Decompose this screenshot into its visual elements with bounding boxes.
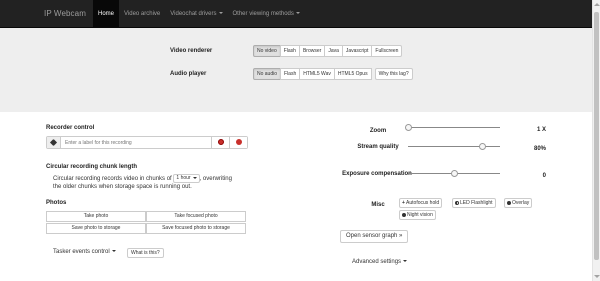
audio-option-html5-wav[interactable]: HTML5 Wav: [299, 68, 335, 80]
record-circular-button[interactable]: [229, 137, 247, 148]
save-photo-button[interactable]: Save photo to storage: [46, 223, 146, 234]
chunk-length-select[interactable]: 1 hour: [173, 174, 200, 183]
take-focused-photo-button[interactable]: Take focused photo: [146, 211, 246, 222]
nav-menu: Home Video archive Videochat drivers Oth…: [93, 0, 305, 28]
recorder-control-title: Recorder control: [46, 125, 95, 131]
advanced-settings-label: Advanced settings: [352, 259, 402, 265]
record-dot-icon: [236, 139, 242, 145]
night-vision-label: Night vision: [407, 212, 433, 218]
overlay-label: Overlay: [512, 200, 530, 206]
advanced-settings-dropdown[interactable]: Advanced settings: [352, 259, 408, 265]
nav-item-videochat-drivers[interactable]: Videochat drivers: [165, 0, 227, 28]
nav-item-label: Videochat drivers: [170, 11, 217, 17]
plus-icon: +: [402, 200, 405, 206]
led-flashlight-button[interactable]: LED Flashlight: [452, 198, 496, 208]
circular-text-before: Circular recording records video in chun…: [53, 176, 172, 183]
save-focused-photo-button[interactable]: Save focused photo to storage: [146, 223, 246, 234]
video-renderer-label: Video renderer: [170, 48, 213, 54]
video-option-fullscreen[interactable]: Fullscreen: [371, 45, 403, 57]
exposure-slider-handle[interactable]: [451, 170, 458, 177]
caret-down-icon: [192, 176, 197, 179]
record-button[interactable]: [211, 137, 229, 148]
half-circle-icon: [455, 200, 459, 205]
video-option-flash[interactable]: Flash: [279, 45, 300, 57]
misc-label: Misc: [371, 202, 385, 208]
stream-quality-label: Stream quality: [357, 144, 399, 150]
recording-label-input[interactable]: [61, 137, 211, 148]
why-this-lag-button[interactable]: Why this lag?: [374, 68, 413, 80]
disc-icon: [402, 212, 406, 217]
audio-player-button-group: No audio Flash HTML5 Wav HTML5 Opus Why …: [253, 68, 413, 80]
open-sensor-graph-button[interactable]: Open sensor graph »: [340, 230, 409, 243]
caret-down-icon: [403, 260, 408, 263]
caret-down-icon: [295, 12, 300, 15]
video-option-browser[interactable]: Browser: [298, 45, 326, 57]
led-flashlight-label: LED Flashlight: [460, 200, 493, 206]
photos-title: Photos: [46, 200, 67, 206]
brand-logo-text[interactable]: IP Webcam: [44, 9, 86, 18]
renderer-settings-panel: Video renderer No video Flash Browser Ja…: [0, 28, 592, 112]
scroll-up-icon[interactable]: [594, 3, 600, 6]
recorder-input-group: [46, 136, 248, 149]
nav-item-label: Other viewing methods: [232, 11, 294, 17]
take-photo-button[interactable]: Take photo: [46, 211, 146, 222]
caret-down-icon: [218, 12, 223, 15]
tag-icon: [49, 138, 58, 147]
night-vision-button[interactable]: Night vision: [399, 210, 436, 220]
nav-item-other-viewing-methods[interactable]: Other viewing methods: [228, 0, 305, 28]
zoom-slider-track[interactable]: [408, 127, 500, 128]
nav-item-home[interactable]: Home: [93, 0, 120, 28]
overlay-button[interactable]: Overlay: [504, 198, 533, 208]
video-option-no-video[interactable]: No video: [253, 45, 281, 57]
exposure-value: 0: [542, 173, 546, 179]
circular-text-after: , overwriting: [199, 176, 232, 183]
autofocus-hold-label: Autofocus hold: [406, 200, 440, 206]
video-option-javascript[interactable]: Javascript: [341, 45, 373, 57]
exposure-compensation-label: Exposure compensation: [342, 171, 412, 177]
autofocus-hold-button[interactable]: + Autofocus hold: [399, 198, 443, 208]
disc-icon: [507, 200, 511, 205]
circular-recording-title: Circular recording chunk length: [46, 164, 138, 170]
audio-option-html5-opus[interactable]: HTML5 Opus: [333, 68, 372, 80]
record-icon: [218, 139, 224, 145]
nav-item-video-archive[interactable]: Video archive: [119, 0, 165, 28]
audio-option-no-audio[interactable]: No audio: [253, 68, 282, 80]
top-navbar: IP Webcam Home Video archive Videochat d…: [0, 0, 600, 28]
circular-recording-text-line2: the older chunks when storage space is r…: [53, 184, 192, 190]
stream-quality-value: 80%: [533, 146, 546, 152]
chunk-length-value: 1 hour: [176, 175, 191, 181]
zoom-slider-handle[interactable]: [405, 124, 412, 131]
zoom-label: Zoom: [369, 128, 387, 134]
caret-down-icon: [111, 250, 116, 253]
tasker-events-dropdown[interactable]: Tasker events control: [53, 249, 116, 255]
page-scrollbar[interactable]: [592, 0, 600, 281]
video-renderer-button-group: No video Flash Browser Java Javascript F…: [253, 45, 403, 57]
audio-option-flash[interactable]: Flash: [280, 68, 301, 80]
audio-player-label: Audio player: [170, 71, 207, 77]
quality-slider-track[interactable]: [408, 146, 500, 147]
tag-addon: [47, 137, 61, 148]
scrollbar-thumb[interactable]: [594, 12, 599, 260]
what-is-this-button[interactable]: What is this?: [127, 248, 164, 258]
circular-recording-text: Circular recording records video in chun…: [53, 174, 232, 183]
quality-slider-handle[interactable]: [478, 143, 486, 150]
tasker-events-label: Tasker events control: [53, 249, 110, 255]
video-option-java[interactable]: Java: [324, 45, 343, 57]
zoom-value: 1 X: [536, 127, 546, 133]
scroll-down-icon[interactable]: [594, 275, 600, 278]
